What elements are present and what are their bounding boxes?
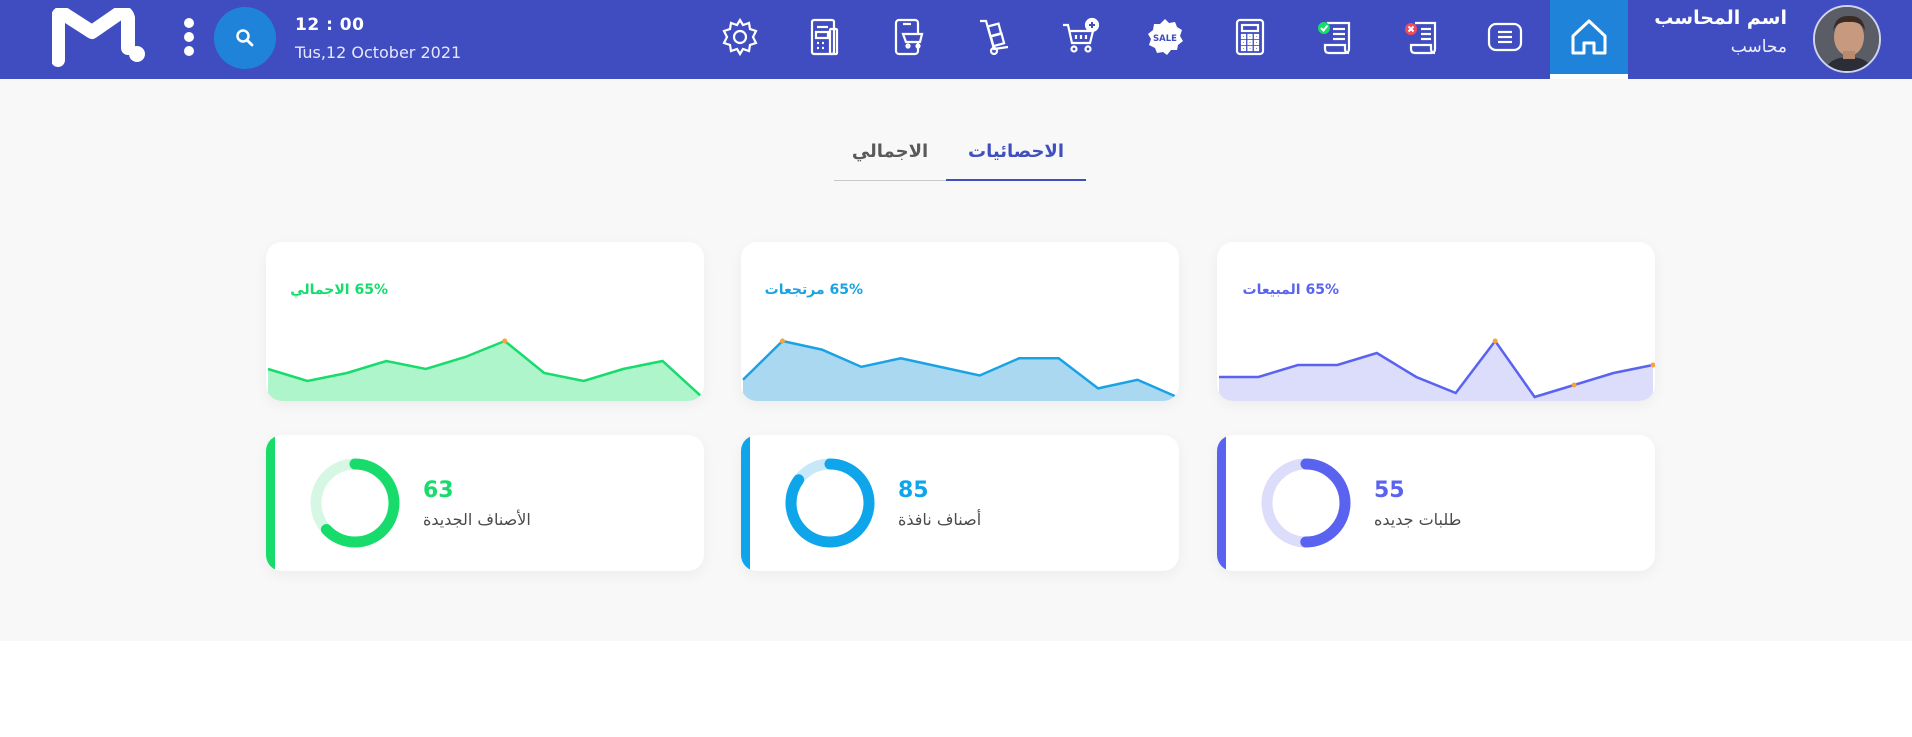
new-orders-label: طلبات جديده <box>1374 510 1462 529</box>
sparkline-area <box>1219 341 1653 401</box>
logo-mark <box>51 5 145 67</box>
hand-truck-icon[interactable] <box>972 13 1016 61</box>
new-items-card[interactable]: 63 الأصناف الجديدة <box>266 435 704 571</box>
dashboard-content: الاجمالي الاحصائيات 65% المبيعات 65% مرت… <box>0 79 1912 641</box>
search-button[interactable] <box>214 7 276 69</box>
active-items-label: أصناف نافذة <box>898 510 982 529</box>
user-role: محاسب <box>1730 37 1787 57</box>
invoice-icon[interactable] <box>802 13 846 61</box>
accent-bar <box>741 435 750 571</box>
tab-bar: الاجمالي الاحصائيات <box>834 141 1086 181</box>
clock: 12 : 00 Tus,12 October 2021 <box>295 15 461 62</box>
more-menu-icon[interactable] <box>180 17 198 57</box>
new-items-label: الأصناف الجديدة <box>423 510 531 529</box>
avatar[interactable] <box>1813 5 1881 73</box>
returns-percent-label: 65% مرتجعات <box>764 282 863 298</box>
active-items-count: 85 <box>898 478 929 503</box>
menu-list-icon[interactable] <box>1483 13 1527 61</box>
clock-date: Tus,12 October 2021 <box>295 43 462 62</box>
svg-text:SALE: SALE <box>1153 34 1177 44</box>
sales-percent-label: 65% المبيعات <box>1242 282 1340 298</box>
tab-statistics[interactable]: الاحصائيات <box>946 141 1086 181</box>
top-navbar: 12 : 00 Tus,12 October 2021 SALE اسم الم… <box>0 0 1912 79</box>
new-orders-count: 55 <box>1374 478 1405 503</box>
mobile-cart-icon[interactable] <box>887 13 931 61</box>
returns-chart-card: 65% مرتجعات <box>741 242 1179 401</box>
calculator-icon[interactable] <box>1228 13 1272 61</box>
cart-add-icon[interactable] <box>1058 13 1102 61</box>
receipt-check-icon[interactable] <box>1313 13 1357 61</box>
sale-badge-icon[interactable]: SALE <box>1143 13 1187 61</box>
new-items-count: 63 <box>423 478 454 503</box>
new-orders-donut <box>1261 458 1351 548</box>
accent-bar <box>266 435 275 571</box>
sparkline-point <box>779 338 785 344</box>
sales-chart-card: 65% المبيعات <box>1217 242 1655 401</box>
receipt-cancel-icon[interactable] <box>1399 13 1443 61</box>
new-items-donut <box>310 458 400 548</box>
active-items-card[interactable]: 85 أصناف نافذة <box>741 435 1179 571</box>
sales-sparkline <box>1219 338 1655 401</box>
sparkline-point <box>1571 382 1577 388</box>
total-percent-label: 65% الاجمالي <box>290 282 388 298</box>
settings-icon[interactable] <box>718 13 762 61</box>
returns-sparkline <box>742 338 1178 401</box>
search-icon <box>236 29 254 47</box>
sparkline-point <box>502 338 508 344</box>
home-icon <box>1571 19 1607 55</box>
clock-time: 12 : 00 <box>295 15 365 35</box>
app-logo[interactable] <box>51 5 146 68</box>
active-items-donut <box>785 458 875 548</box>
tab-total[interactable]: الاجمالي <box>834 141 946 181</box>
total-sparkline <box>267 338 703 401</box>
accent-bar <box>1217 435 1226 571</box>
user-name: اسم المحاسب <box>1654 7 1787 29</box>
home-tab[interactable] <box>1550 0 1628 79</box>
new-orders-card[interactable]: 55 طلبات جديده <box>1217 435 1655 571</box>
total-chart-card: 65% الاجمالي <box>266 242 704 401</box>
sparkline-point <box>1492 338 1498 344</box>
